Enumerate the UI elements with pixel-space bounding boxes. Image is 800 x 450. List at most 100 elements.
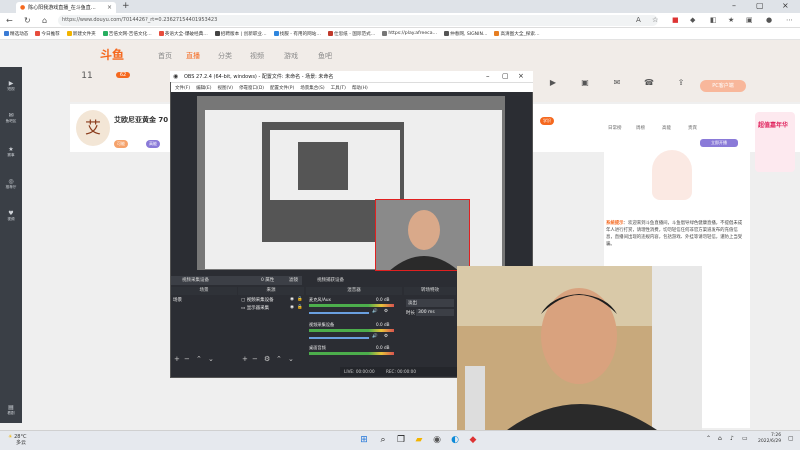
obs-menu-scene-collection[interactable]: 场景集合(S) xyxy=(300,85,324,91)
lock-icon[interactable]: 🔒 xyxy=(297,297,303,302)
upload-icon[interactable]: ⇪ xyxy=(672,78,690,87)
file-explorer-icon[interactable]: ▰ xyxy=(412,433,426,447)
tab-vip[interactable]: 贵宾 xyxy=(688,125,697,131)
pc-client-button[interactable]: PC客户端 xyxy=(700,80,746,92)
volume-slider[interactable] xyxy=(309,337,369,339)
volume-icon[interactable]: ♪ xyxy=(730,435,734,442)
nav-fishbar[interactable]: 鱼吧 xyxy=(318,51,332,61)
bookmark-item[interactable]: 今日推荐 xyxy=(35,31,60,37)
extension-icon[interactable]: ■ xyxy=(672,16,679,24)
tab-weekly-rank[interactable]: 周榜 xyxy=(636,125,645,131)
obs-taskbar-icon[interactable]: ◉ xyxy=(430,433,444,447)
obs-menu-docks[interactable]: 停靠窗口(D) xyxy=(239,85,264,91)
bookmark-item[interactable]: https://play.afreeca… xyxy=(382,31,437,36)
tab-high-energy[interactable]: 高能 xyxy=(662,125,671,131)
reader-icon[interactable]: A xyxy=(636,16,641,24)
selected-source-box[interactable] xyxy=(375,199,470,271)
task-view-icon[interactable]: ❐ xyxy=(394,433,408,447)
nav-live[interactable]: 直播 xyxy=(186,51,200,61)
live-icon[interactable]: ▶ xyxy=(544,78,562,87)
move-down-icon[interactable]: ⌄ xyxy=(208,355,214,363)
split-screen-icon[interactable]: ◧ xyxy=(710,16,717,24)
refresh-icon[interactable]: ↻ xyxy=(24,16,31,25)
obs-close-icon[interactable]: × xyxy=(518,72,524,80)
tab-daily-rank[interactable]: 日常榜 xyxy=(608,125,622,131)
more-menu-icon[interactable]: ⋯ xyxy=(786,16,793,24)
remove-scene-button[interactable]: − xyxy=(184,355,190,363)
streamer-avatar[interactable]: 艾 xyxy=(76,110,110,146)
sidebar-item-events[interactable]: ★ 赛事 xyxy=(3,146,19,158)
notification-icon[interactable]: ▢ xyxy=(788,435,794,442)
source-settings-icon[interactable]: ⚙ xyxy=(264,355,270,363)
close-icon[interactable]: × xyxy=(107,4,112,11)
maximize-icon[interactable]: ▢ xyxy=(756,1,764,10)
stream-tag[interactable]: 学识 xyxy=(540,117,554,125)
sidebar-item-recommend[interactable]: ◎ 推荐厅 xyxy=(3,178,19,190)
gear-icon[interactable]: ⚙ xyxy=(384,309,388,314)
sidebar-item-fishbar[interactable]: ✉ 鱼吧区 xyxy=(3,112,19,124)
start-icon[interactable]: ⊞ xyxy=(357,433,371,447)
nav-video[interactable]: 视频 xyxy=(250,51,264,61)
new-tab-button[interactable]: + xyxy=(122,1,130,11)
edge-icon[interactable]: ◐ xyxy=(448,433,462,447)
sidebar-item-video[interactable]: ♥ 视频 xyxy=(3,210,19,222)
url-field[interactable]: https://www.douyu.com/7014426?_rt=0.2362… xyxy=(58,15,658,26)
speaker-icon[interactable]: 🔊 xyxy=(372,334,378,339)
browser-tab[interactable]: ● 陈心阳我游戏直播_在斗鱼直… × xyxy=(16,2,116,13)
lock-icon[interactable]: 🔒 xyxy=(297,305,303,310)
nav-category[interactable]: 分类 xyxy=(218,51,232,61)
move-down-icon[interactable]: ⌄ xyxy=(288,355,294,363)
obs-menu-help[interactable]: 帮助(H) xyxy=(352,85,368,91)
favorites-icon[interactable]: ★ xyxy=(728,16,734,24)
promo-banner[interactable] xyxy=(755,112,795,172)
obs-menu-file[interactable]: 文件(F) xyxy=(175,85,190,91)
favorite-star-icon[interactable]: ☆ xyxy=(652,16,658,24)
bookmark-item[interactable]: 招聘版本 | 创新职业… xyxy=(214,31,267,37)
bookmark-item[interactable]: 吉倍文网-吉倍文化… xyxy=(102,31,152,37)
home-icon[interactable]: ⌂ xyxy=(42,16,47,25)
transition-select[interactable]: 淡出 xyxy=(406,299,454,307)
eye-icon[interactable]: ◉ xyxy=(290,297,294,302)
battery-icon[interactable]: ▭ xyxy=(742,435,748,442)
network-icon[interactable]: ⌂ xyxy=(718,435,722,442)
start-broadcast-button[interactable]: 立即开播 xyxy=(700,139,738,147)
message-icon[interactable]: ✉ xyxy=(608,78,626,87)
obs-menu-view[interactable]: 视图(V) xyxy=(217,85,233,91)
stream-tag[interactable]: 高能 xyxy=(146,140,160,148)
bookmark-item[interactable]: 精选动态 xyxy=(4,31,28,37)
weather-widget[interactable]: ☀ 28°C 多云 xyxy=(8,434,26,446)
tray-chevron-icon[interactable]: ⌃ xyxy=(706,435,711,442)
move-up-icon[interactable]: ⌃ xyxy=(276,355,282,363)
obs-filters-button[interactable]: 滤镜 xyxy=(286,276,316,285)
nav-games[interactable]: 游戏 xyxy=(284,51,298,61)
obs-minimize-icon[interactable]: – xyxy=(486,72,490,80)
service-icon[interactable]: ☎ xyxy=(640,78,658,87)
duration-input[interactable]: 300 ms xyxy=(416,309,454,316)
obs-maximize-icon[interactable]: ▢ xyxy=(502,72,509,80)
video-icon[interactable]: ▣ xyxy=(576,78,594,87)
bookmark-item[interactable]: 仕思纸 - 国际范式… xyxy=(327,31,375,37)
extension-red-icon[interactable]: ◆ xyxy=(690,16,695,24)
speaker-icon[interactable]: 🔊 xyxy=(372,309,378,314)
source-item[interactable]: ▭ 显示器采集 xyxy=(241,305,269,311)
profile-avatar-icon[interactable]: ● xyxy=(766,16,772,24)
minimize-icon[interactable]: – xyxy=(732,1,736,10)
back-icon[interactable]: ← xyxy=(6,16,13,25)
collections-icon[interactable]: ▣ xyxy=(746,16,753,24)
obs-menu-tools[interactable]: 工具(T) xyxy=(331,85,346,91)
source-item[interactable]: ▢ 视频采集设备 xyxy=(241,297,274,303)
bookmark-item[interactable]: 仲春网, SIGNIN… xyxy=(444,31,487,37)
gear-icon[interactable]: ⚙ xyxy=(384,334,388,339)
obs-capture-device-button[interactable]: 视频捕获设备 xyxy=(314,276,354,285)
clock[interactable]: 7:26 2022/6/29 xyxy=(758,433,781,445)
app-taskbar-icon[interactable]: ◆ xyxy=(466,433,480,447)
obs-menu-profile[interactable]: 配置文件(P) xyxy=(270,85,294,91)
bookmark-item[interactable]: 高清图大全_探索… xyxy=(494,31,540,37)
volume-slider[interactable] xyxy=(309,312,369,314)
remove-source-button[interactable]: − xyxy=(252,355,258,363)
close-window-icon[interactable]: × xyxy=(782,1,789,10)
nav-home[interactable]: 首页 xyxy=(158,51,172,61)
scene-item[interactable]: 场景 xyxy=(173,297,182,303)
sidebar-item-short-video[interactable]: ▶ 短视 xyxy=(3,80,19,92)
add-source-button[interactable]: + xyxy=(242,355,248,363)
